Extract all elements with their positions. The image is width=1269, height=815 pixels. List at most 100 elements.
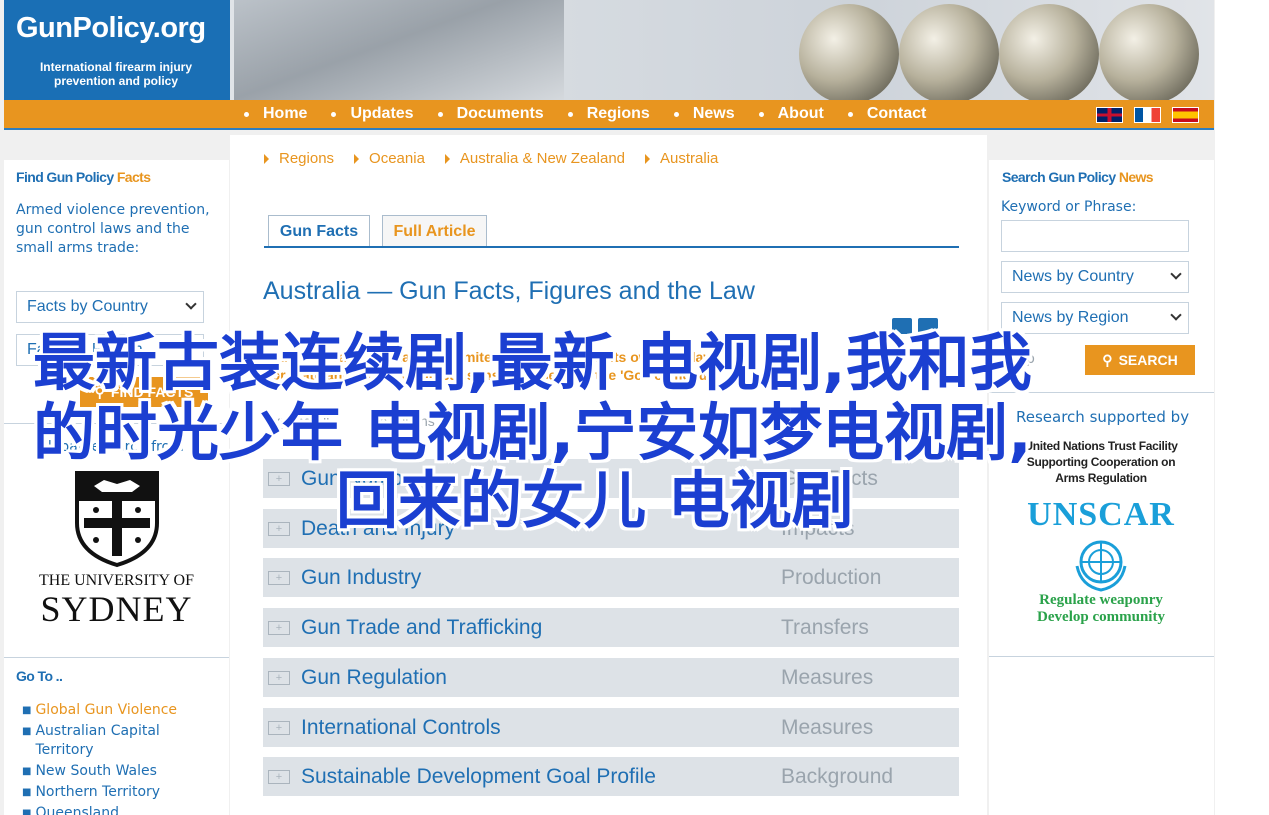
breadcrumb-item[interactable]: Australia & New Zealand bbox=[444, 150, 626, 167]
chevron-down-icon bbox=[1170, 268, 1182, 280]
share-icon[interactable] bbox=[918, 318, 938, 334]
keyword-input[interactable] bbox=[1001, 220, 1189, 252]
nav-about[interactable]: About bbox=[758, 105, 824, 123]
fact-row-international-controls[interactable]: + International Controls Measures bbox=[263, 708, 959, 747]
fact-row-death-injury[interactable]: + Death and Injury Impacts bbox=[263, 509, 959, 548]
research-text: Global research from bbox=[37, 439, 184, 455]
nav-news[interactable]: News bbox=[673, 105, 735, 123]
tab-full-article[interactable]: Full Article bbox=[382, 215, 487, 247]
uk-flag-icon[interactable] bbox=[1096, 107, 1123, 123]
un-line: United Nations Trust Facility bbox=[1024, 439, 1178, 453]
goto-item[interactable]: ■ Queensland bbox=[22, 804, 222, 815]
news-by-country-select[interactable]: News by Country bbox=[1001, 261, 1189, 293]
page-title: Australia — Gun Facts, Figures and the L… bbox=[263, 277, 755, 305]
select-value: Facts by Country bbox=[27, 298, 148, 315]
breadcrumb-item[interactable]: Regions bbox=[264, 150, 334, 167]
goto-item[interactable]: ■ Northern Territory bbox=[22, 783, 222, 802]
expand-plus-icon[interactable]: + bbox=[268, 670, 290, 685]
bullet-icon: ■ bbox=[22, 726, 32, 737]
un-line: Arms Regulation bbox=[1055, 471, 1147, 485]
unscar-tagline2: Develop community bbox=[1037, 609, 1165, 625]
expand-plus-icon[interactable]: + bbox=[268, 769, 290, 784]
expand-controls: Expand all Definitions bbox=[264, 413, 475, 429]
expand-all-link[interactable]: Expand all bbox=[264, 413, 329, 429]
nav-label: About bbox=[777, 105, 824, 122]
logo-subtitle: International firearm injury prevention … bbox=[39, 60, 193, 88]
fact-row-gun-regulation[interactable]: + Gun Regulation Measures bbox=[263, 658, 959, 697]
expand-plus-icon[interactable]: + bbox=[268, 570, 290, 585]
divider bbox=[989, 392, 1214, 393]
fact-row-gun-numbers[interactable]: + Gun Numbers Gun Facts bbox=[263, 459, 959, 498]
nav-updates[interactable]: Updates bbox=[331, 105, 414, 123]
fact-row-label: Gun Regulation bbox=[301, 665, 447, 689]
bullet-icon bbox=[331, 111, 337, 117]
spain-flag-icon[interactable] bbox=[1172, 107, 1199, 123]
button-label: FIND FACTS bbox=[110, 384, 194, 400]
nav-label: Contact bbox=[866, 105, 927, 122]
globe-image bbox=[899, 4, 999, 100]
fact-row-sdg-profile[interactable]: + Sustainable Development Goal Profile B… bbox=[263, 757, 959, 796]
title-main: Search Gun Policy bbox=[1002, 169, 1116, 185]
chevron-down-icon bbox=[1170, 309, 1182, 321]
page-tools bbox=[892, 318, 944, 334]
goto-label: New South Wales bbox=[35, 763, 157, 779]
facts-by-country-select[interactable]: Facts by Country bbox=[16, 291, 204, 323]
breadcrumb: Regions Oceania Australia & New Zealand … bbox=[264, 150, 738, 167]
tab-gun-facts[interactable]: Gun Facts bbox=[268, 215, 370, 247]
expand-plus-icon[interactable]: + bbox=[268, 720, 290, 735]
intro-text: Federal firearm regulation is limited. E… bbox=[263, 348, 863, 384]
support-text: Research supported by bbox=[1016, 408, 1190, 426]
university-of-sydney-logo[interactable]: THE UNIVERSITY OF SYDNEY bbox=[24, 460, 209, 640]
goto-label: Global Gun Violence bbox=[35, 702, 178, 718]
news-by-region-select[interactable]: News by Region bbox=[1001, 302, 1189, 334]
fact-row-gun-trade[interactable]: + Gun Trade and Trafficking Transfers bbox=[263, 608, 959, 647]
find-facts-button[interactable]: ⚲ FIND FACTS bbox=[80, 377, 208, 407]
facts-by-region-select[interactable]: Facts by Region bbox=[16, 334, 204, 366]
help-link[interactable]: Help bbox=[1003, 351, 1035, 367]
goto-item[interactable]: ■ Australian Capital Territory bbox=[22, 722, 222, 760]
find-facts-title: Find Gun Policy Facts bbox=[16, 169, 151, 185]
france-flag-icon[interactable] bbox=[1134, 107, 1161, 123]
caret-right-icon bbox=[645, 153, 651, 164]
pistol-banner-image bbox=[234, 0, 564, 100]
bullet-icon bbox=[437, 111, 443, 117]
definitions-link[interactable]: Definitions bbox=[369, 413, 434, 429]
site-logo[interactable]: GunPolicy.org International firearm inju… bbox=[4, 0, 230, 100]
fact-row-category: Impacts bbox=[781, 516, 855, 540]
crumb-label: Australia & New Zealand bbox=[459, 150, 626, 167]
search-icon: ⚲ bbox=[1102, 351, 1113, 368]
goto-item[interactable]: ■ New South Wales bbox=[22, 762, 222, 781]
goto-item[interactable]: ■ Global Gun Violence bbox=[22, 701, 222, 720]
print-icon[interactable] bbox=[892, 318, 912, 334]
bullet-icon bbox=[847, 111, 853, 117]
expand-plus-icon[interactable]: + bbox=[268, 521, 290, 536]
fact-row-category: Measures bbox=[781, 665, 874, 689]
nav-home[interactable]: Home bbox=[244, 105, 307, 123]
button-label: SEARCH bbox=[1118, 352, 1178, 368]
nav-contact[interactable]: Contact bbox=[847, 105, 927, 123]
globe-image bbox=[999, 4, 1099, 100]
unscar-logo[interactable]: United Nations Trust Facility Supporting… bbox=[1001, 438, 1201, 648]
search-news-title: Search Gun Policy News bbox=[1002, 169, 1154, 185]
nav-regions[interactable]: Regions bbox=[567, 105, 650, 123]
nav-documents[interactable]: Documents bbox=[437, 105, 544, 123]
fact-row-category: Gun Facts bbox=[781, 466, 878, 490]
goto-label: Queensland bbox=[35, 805, 119, 815]
bullet-icon bbox=[673, 111, 679, 117]
fact-row-category: Transfers bbox=[781, 615, 869, 639]
goto-list: ■ Global Gun Violence ■ Australian Capital… bbox=[22, 701, 222, 815]
crest-icon bbox=[75, 471, 159, 568]
fact-row-label: Gun Industry bbox=[301, 565, 422, 589]
bullet-icon bbox=[758, 111, 764, 117]
caret-right-icon bbox=[354, 153, 360, 164]
fact-row-gun-industry[interactable]: + Gun Industry Production bbox=[263, 558, 959, 597]
select-value: News by Country bbox=[1012, 268, 1134, 285]
expand-plus-icon[interactable]: + bbox=[268, 620, 290, 635]
fact-row-category: Production bbox=[781, 565, 882, 589]
search-button[interactable]: ⚲ SEARCH bbox=[1085, 345, 1195, 375]
expand-plus-icon[interactable]: + bbox=[268, 471, 290, 486]
breadcrumb-item[interactable]: Oceania bbox=[354, 150, 425, 167]
breadcrumb-item[interactable]: Australia bbox=[645, 150, 718, 167]
divider bbox=[4, 657, 229, 658]
main-nav: Home Updates Documents Regions News Abou… bbox=[4, 100, 1214, 130]
